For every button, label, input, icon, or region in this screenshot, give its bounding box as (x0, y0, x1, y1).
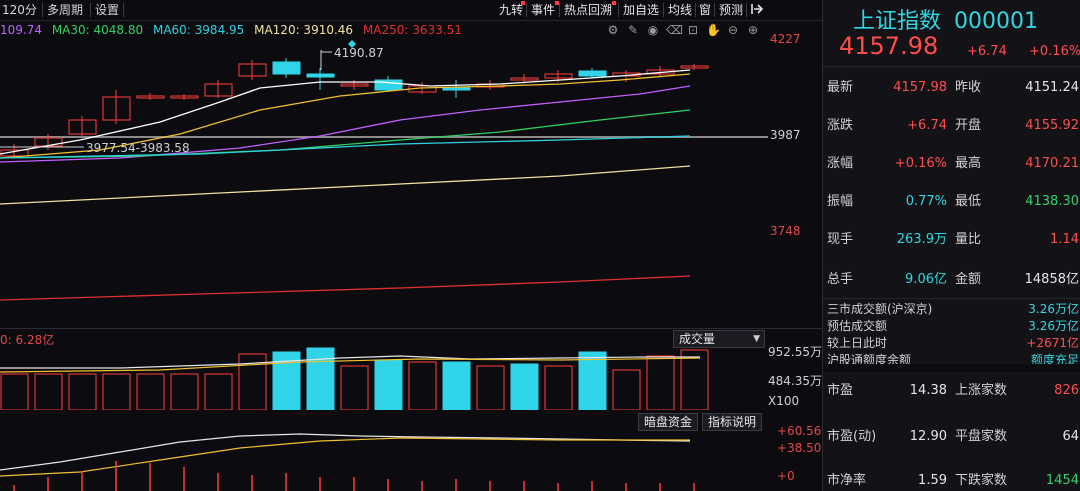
chart-panel[interactable]: 120分 多周期 设置 九转 事件 热点回溯 加自选 均线 窗 预测 109.7… (0, 0, 822, 491)
volume-bar (442, 361, 471, 410)
ma-line-5 (0, 165, 691, 205)
events-button[interactable]: 事件 (531, 2, 555, 18)
ma60-value: MA60: 3984.95 (152, 23, 245, 37)
volume-axis-unit: X100 (768, 394, 800, 408)
collapse-panel-icon[interactable] (750, 2, 766, 18)
volume-dropdown-label: 成交量 (679, 332, 716, 346)
indicator-axis-mid: +38.50 (777, 441, 822, 455)
quote-row-current-hand: 现手 263.9万 量比 1.14 (827, 232, 1079, 247)
index-name: 上证指数 (853, 9, 942, 34)
volume-bar (136, 373, 165, 410)
chart-tools: ⚙ ✎ ◉ ⌫ ⊡ ✋ ⊖ ⊕ (606, 23, 766, 39)
volume-axis-mid: 484.35万 (768, 374, 822, 388)
volume-bar (612, 369, 641, 410)
stats-row-pb: 市净率 1.59 下跌家数 1454 (827, 473, 1079, 488)
volume-bar (102, 373, 131, 410)
settings-gear-icon[interactable]: ⚙ (606, 23, 620, 37)
high-annotation: 4190.87 (334, 46, 384, 60)
ma-legend: 109.74 MA30: 4048.80 MA60: 3984.95 MA120… (0, 21, 468, 39)
volume-bar (646, 355, 675, 410)
indicator-chart[interactable] (0, 428, 768, 491)
price-axis-low: 3748 (770, 224, 801, 238)
clear-icon[interactable]: ⌫ (666, 23, 683, 37)
volume-bar (170, 373, 199, 410)
lock-icon[interactable]: ⊡ (686, 23, 700, 37)
multi-period-button[interactable]: 多周期 (47, 2, 83, 18)
volume-bar (680, 349, 709, 410)
quote-row-change: 涨跌 +6.74 开盘 4155.92 (827, 118, 1079, 133)
volume-bar (544, 365, 573, 410)
candle (578, 70, 607, 77)
candle (272, 61, 301, 75)
chevron-down-icon: ▼ (753, 334, 760, 344)
volume-bar (578, 351, 607, 410)
zoom-in-icon[interactable]: ⊕ (746, 23, 760, 37)
index-change-pct: +0.16% (1029, 44, 1080, 59)
volume-chart[interactable] (0, 346, 768, 410)
candlestick-chart[interactable]: 4190.87 3977.54-3983.58 (0, 40, 768, 328)
market-row-northbound: 沪股通额度余额 额度充足 (827, 353, 1079, 364)
draw-pen-icon[interactable]: ✎ (626, 23, 640, 37)
volume-bar (408, 361, 437, 410)
index-price: 4157.98 (839, 32, 939, 60)
volume-axis-top: 952.55万 (768, 345, 822, 359)
quote-row-total-hand: 总手 9.06亿 金额 14858亿 (827, 272, 1079, 287)
volume-bar (68, 373, 97, 410)
ma30-value: MA30: 4048.80 (51, 23, 144, 37)
indicator-axis-top: +60.56 (777, 424, 822, 438)
volume-bar (0, 373, 29, 410)
market-row-estimate: 预估成交额 3.26万亿 (827, 319, 1079, 333)
window-button[interactable]: 窗 (699, 2, 711, 18)
volume-bar (510, 363, 539, 410)
ma20-value: 109.74 (0, 23, 42, 37)
market-row-turnover: 三市成交额(沪深京) 3.26万亿 (827, 302, 1079, 316)
ma-line-6 (0, 275, 691, 301)
hotspot-review-button[interactable]: 热点回溯 (564, 2, 612, 18)
volume-bar (204, 373, 233, 410)
index-title: 上证指数 000001 (853, 3, 1038, 35)
price-axis-mid: 3987 (770, 128, 801, 142)
index-code: 000001 (954, 9, 1038, 34)
price-axis-top: 4227 (770, 32, 801, 46)
volume-bar (34, 373, 63, 410)
candle (306, 73, 335, 78)
forecast-button[interactable]: 预测 (719, 2, 743, 18)
nine-turn-button[interactable]: 九转 (499, 2, 523, 18)
volume-bar (476, 365, 505, 410)
ma-lines-button[interactable]: 均线 (668, 2, 692, 18)
quote-row-change-pct: 涨幅 +0.16% 最高 4170.21 (827, 156, 1079, 171)
eye-icon[interactable]: ◉ (646, 23, 660, 37)
hand-icon[interactable]: ✋ (706, 23, 721, 37)
quote-row-amplitude: 振幅 0.77% 最低 4138.30 (827, 194, 1079, 209)
ma250-value: MA250: 3633.51 (362, 23, 462, 37)
settings-button[interactable]: 设置 (95, 2, 119, 18)
ma120-value: MA120: 3910.46 (254, 23, 354, 37)
volume-bar (340, 365, 369, 410)
index-change: +6.74 (967, 44, 1007, 59)
chart-toolbar: 120分 多周期 设置 九转 事件 热点回溯 加自选 均线 窗 预测 (0, 0, 822, 21)
period-120min-button[interactable]: 120分 (2, 2, 37, 18)
market-row-vs-yesterday: 较上日此时 +2671亿 (827, 336, 1079, 350)
volume-bar (306, 347, 335, 410)
volume-bar (374, 359, 403, 410)
quote-row-latest: 最新 4157.98 昨收 4151.24 (827, 80, 1079, 95)
stats-row-pe-dynamic: 市盈(动) 12.90 平盘家数 64 (827, 429, 1079, 444)
range-annotation: 3977.54-3983.58 (86, 141, 190, 155)
zoom-out-icon[interactable]: ⊖ (726, 23, 740, 37)
add-watchlist-button[interactable]: 加自选 (623, 2, 659, 18)
stats-row-pe: 市盈 14.38 上涨家数 826 (827, 383, 1079, 398)
quote-panel: 上证指数 000001 4157.98 +6.74 +0.16% 最新 4157.… (822, 0, 1080, 491)
candle (442, 87, 471, 91)
indicator-axis-bottom: +0 (777, 469, 795, 483)
